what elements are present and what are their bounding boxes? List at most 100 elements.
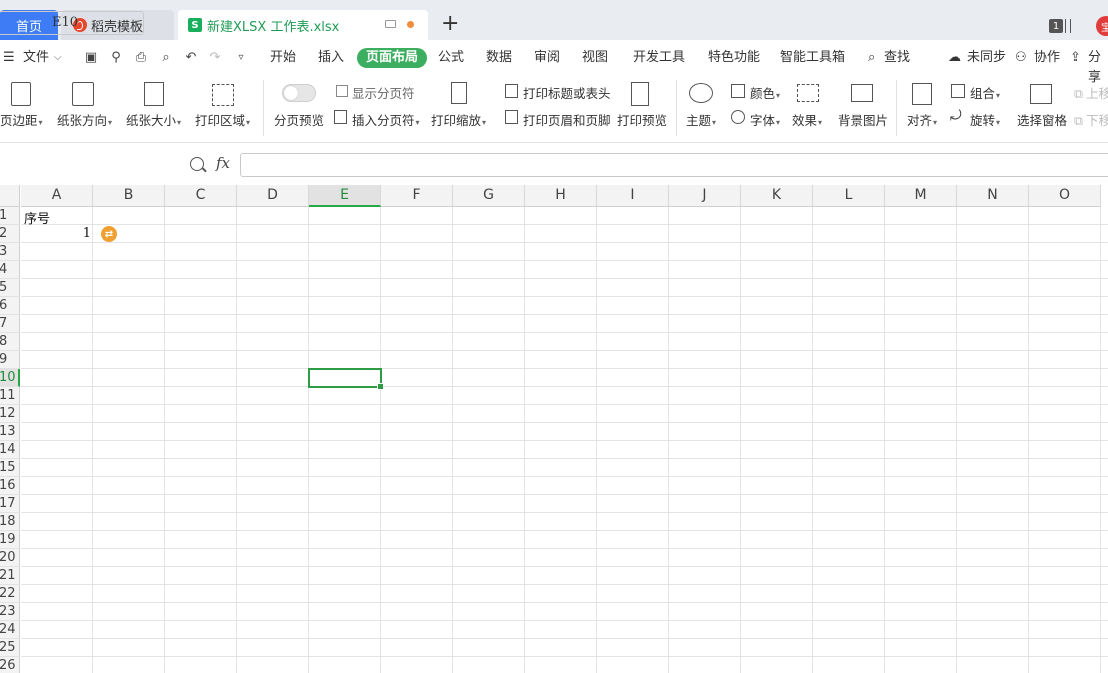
tab-document[interactable]: S 新建XLSX 工作表.xlsx (178, 10, 428, 40)
column-header[interactable]: G (453, 185, 525, 207)
menu-page-layout[interactable]: 页面布局 (357, 48, 428, 68)
row-header[interactable]: 5 (0, 279, 20, 297)
name-box[interactable]: E10 ▾ (0, 11, 144, 35)
group-icon[interactable] (951, 84, 965, 98)
insert-page-break-icon[interactable] (334, 110, 347, 124)
column-header[interactable]: F (381, 185, 453, 207)
menu-formulas[interactable]: 公式 (438, 48, 464, 68)
menu-file[interactable]: 文件 (23, 48, 49, 68)
selection-pane-icon[interactable] (1030, 84, 1052, 104)
row-header[interactable]: 19 (0, 531, 20, 549)
row-header[interactable]: 1 (0, 207, 20, 225)
fx-button[interactable]: fx (216, 154, 230, 172)
row-header[interactable]: 8 (0, 333, 20, 351)
hamburger-menu-icon[interactable]: ☰ (3, 48, 15, 68)
send-backward-button[interactable]: ⧉ 下移 (1074, 110, 1108, 129)
window-list-icon[interactable] (1065, 19, 1071, 33)
fonts-button[interactable]: 字体▾ (750, 110, 780, 129)
print-area-button[interactable]: 打印区域▾ (195, 110, 250, 129)
format-painter-icon[interactable]: ⚲ (109, 51, 123, 65)
menu-collab[interactable]: 协作 (1034, 48, 1060, 68)
align-button[interactable]: 对齐▾ (907, 110, 937, 129)
redo-icon[interactable]: ↷ (208, 51, 222, 65)
cell-a2[interactable]: 1 (21, 226, 91, 241)
menu-data[interactable]: 数据 (486, 48, 512, 68)
row-header[interactable]: 7 (0, 315, 20, 333)
undo-icon[interactable]: ↶ (184, 51, 198, 65)
row-header[interactable]: 22 (0, 585, 20, 603)
menu-developer[interactable]: 开发工具 (633, 48, 685, 68)
menu-insert[interactable]: 插入 (318, 48, 344, 68)
fonts-icon[interactable] (731, 110, 745, 124)
selected-cell-e10[interactable] (308, 368, 384, 390)
rotate-icon[interactable]: ⤾ (950, 108, 962, 124)
colors-button[interactable]: 颜色▾ (750, 83, 780, 102)
column-header[interactable]: J (669, 185, 741, 207)
formula-input[interactable] (240, 153, 1108, 177)
column-header[interactable]: M (885, 185, 957, 207)
select-all-corner[interactable] (0, 185, 20, 207)
column-header[interactable]: O (1029, 185, 1101, 207)
row-header[interactable]: 9 (0, 351, 20, 369)
row-header[interactable]: 24 (0, 621, 20, 639)
menu-view[interactable]: 视图 (582, 48, 608, 68)
theme-button[interactable]: 主题▾ (686, 110, 716, 129)
group-button[interactable]: 组合▾ (970, 83, 1000, 102)
column-header[interactable]: N (957, 185, 1029, 207)
margins-button[interactable]: 页边距▾ (0, 110, 43, 129)
menu-review[interactable]: 审阅 (534, 48, 560, 68)
print-area-icon[interactable] (212, 84, 234, 106)
print-scaling-button[interactable]: 打印缩放▾ (431, 110, 486, 129)
orientation-icon[interactable] (72, 82, 94, 106)
print-icon[interactable]: ⎙ (134, 51, 148, 65)
menu-sync-status[interactable]: 未同步 (967, 48, 1006, 68)
menu-home[interactable]: 开始 (270, 48, 296, 68)
row-header[interactable]: 12 (0, 405, 20, 423)
row-header[interactable]: 25 (0, 639, 20, 657)
row-header[interactable]: 2 (0, 225, 20, 243)
rotate-button[interactable]: 旋转▾ (970, 110, 1000, 129)
row-header[interactable]: 3 (0, 243, 20, 261)
menu-search[interactable]: 查找 (884, 48, 910, 68)
zoom-icon[interactable] (190, 157, 204, 171)
collab-icon[interactable]: ⚇ (1015, 48, 1027, 68)
window-count-badge[interactable]: 1 (1049, 19, 1063, 33)
row-header[interactable]: 16 (0, 477, 20, 495)
column-header[interactable]: D (237, 185, 309, 207)
print-preview-button[interactable]: 打印预览 (617, 110, 667, 129)
row-header[interactable]: 6 (0, 297, 20, 315)
column-header[interactable]: E (309, 185, 381, 207)
new-tab-button[interactable]: + (441, 12, 459, 36)
row-header[interactable]: 18 (0, 513, 20, 531)
bring-forward-button[interactable]: ⧉ 上移 (1074, 83, 1108, 102)
monitor-icon[interactable] (385, 20, 396, 28)
avatar[interactable]: 宝 (1096, 16, 1108, 36)
row-header[interactable]: 21 (0, 567, 20, 585)
print-preview-icon[interactable]: ⌕ (159, 51, 173, 65)
save-icon[interactable]: ▣ (84, 51, 98, 65)
search-icon[interactable]: ⌕ (868, 48, 875, 68)
column-header[interactable]: A (21, 185, 93, 207)
row-header[interactable]: 20 (0, 549, 20, 567)
row-header[interactable]: 23 (0, 603, 20, 621)
column-header[interactable]: C (165, 185, 237, 207)
colors-icon[interactable] (731, 84, 745, 98)
header-footer-icon[interactable] (505, 110, 518, 124)
print-preview-large-icon[interactable] (631, 82, 649, 106)
effects-button[interactable]: 效果▾ (792, 110, 822, 129)
align-icon[interactable] (912, 83, 932, 105)
insert-page-break-button[interactable]: 插入分页符▾ (352, 110, 420, 129)
menu-features[interactable]: 特色功能 (708, 48, 760, 68)
show-page-breaks-checkbox[interactable] (336, 85, 348, 97)
print-scaling-icon[interactable] (451, 82, 467, 104)
effects-icon[interactable] (797, 84, 819, 102)
header-footer-button[interactable]: 打印页眉和页脚 (523, 110, 611, 129)
palette-icon[interactable] (689, 83, 713, 103)
cell-a1[interactable]: 序号 (24, 208, 50, 227)
background-image-button[interactable]: 背景图片 (838, 110, 888, 129)
page-break-preview-toggle[interactable] (282, 84, 316, 102)
row-header[interactable]: 15 (0, 459, 20, 477)
row-header[interactable]: 17 (0, 495, 20, 513)
row-header[interactable]: 10 (0, 369, 20, 387)
show-page-breaks-label[interactable]: 显示分页符 (352, 83, 415, 102)
